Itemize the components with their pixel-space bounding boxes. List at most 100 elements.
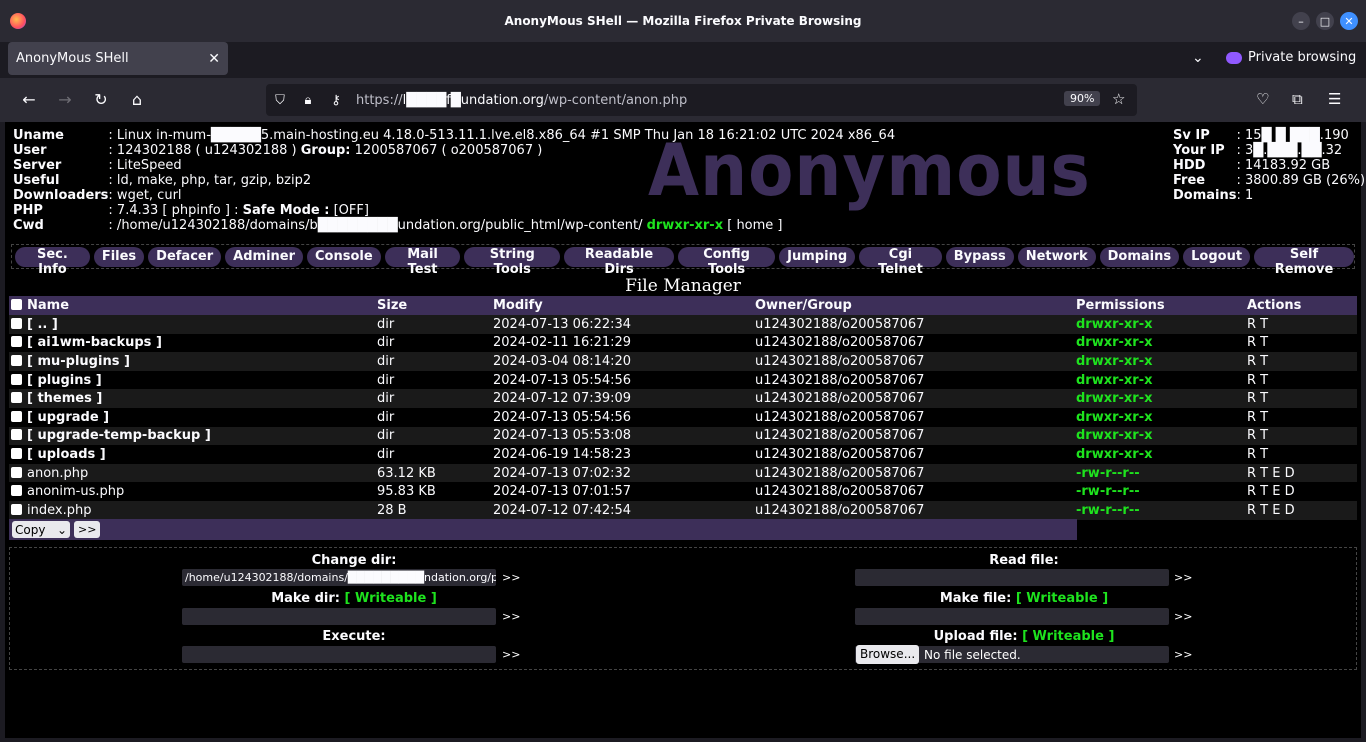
file-actions[interactable]: R T E D [1245, 500, 1357, 520]
file-permission[interactable]: -rw-r--r-- [1074, 482, 1245, 501]
close-window-icon[interactable]: ✕ [1340, 12, 1358, 30]
file-name-link[interactable]: [ upgrade ] [27, 410, 109, 425]
file-permission[interactable]: drwxr-xr-x [1074, 370, 1245, 390]
menu-config-tools[interactable]: Config Tools [677, 246, 776, 277]
home-icon[interactable]: ⌂ [126, 90, 148, 110]
file-actions[interactable]: R T [1245, 426, 1357, 446]
file-actions[interactable]: R T [1245, 352, 1357, 371]
make-file-input[interactable] [855, 608, 1169, 625]
menu-hamburger-icon[interactable]: ☰ [1328, 90, 1341, 108]
file-name-link[interactable]: [ .. ] [27, 317, 58, 332]
menu-readable-dirs[interactable]: Readable Dirs [564, 246, 674, 277]
menu-bypass[interactable]: Bypass [945, 246, 1014, 267]
select-all-checkbox[interactable] [11, 299, 22, 310]
read-file-input[interactable] [855, 569, 1169, 586]
file-actions[interactable]: R T [1245, 370, 1357, 390]
row-checkbox[interactable] [11, 466, 22, 478]
tracking-shield-icon[interactable]: ⛉ [266, 93, 294, 108]
make-dir-input[interactable] [182, 608, 496, 625]
file-name-link[interactable]: [ upgrade-temp-backup ] [27, 428, 211, 443]
file-name-link[interactable]: anon.php [27, 466, 88, 481]
file-actions[interactable]: R T [1245, 315, 1357, 334]
make-dir-go[interactable]: >> [502, 610, 520, 623]
browse-button[interactable]: Browse... [856, 645, 920, 664]
file-modified: 2024-06-19 14:58:23 [491, 445, 753, 464]
row-checkbox[interactable] [11, 373, 22, 385]
file-name-link[interactable]: index.php [27, 503, 91, 518]
cwd-path[interactable]: : /home/u124302188/domains/b████████unda… [108, 218, 642, 233]
chevron-down-icon: ⌄ [56, 522, 67, 537]
menu-adminer[interactable]: Adminer [225, 246, 304, 267]
change-dir-go[interactable]: >> [502, 571, 520, 584]
chevron-down-icon[interactable]: ⌄ [1192, 50, 1204, 66]
menu-cgi-telnet[interactable]: Cgi Telnet [859, 246, 942, 277]
file-permission[interactable]: -rw-r--r-- [1074, 463, 1245, 483]
zoom-level[interactable]: 90% [1064, 91, 1101, 106]
file-name-link[interactable]: [ ai1wm-backups ] [27, 335, 162, 350]
maximize-icon[interactable]: □ [1316, 12, 1334, 30]
file-permission[interactable]: drwxr-xr-x [1074, 407, 1245, 427]
file-permission[interactable]: drwxr-xr-x [1074, 315, 1245, 334]
browser-tab[interactable]: AnonyMous SHell ✕ [8, 42, 228, 75]
row-checkbox[interactable] [11, 503, 22, 515]
file-permission[interactable]: drwxr-xr-x [1074, 389, 1245, 408]
permissions-key-icon[interactable]: ⚷ [322, 93, 350, 108]
read-file-go[interactable]: >> [1174, 571, 1192, 584]
menu-logout[interactable]: Logout [1183, 246, 1251, 267]
file-permission[interactable]: drwxr-xr-x [1074, 352, 1245, 371]
bulk-action-select[interactable]: Copy ⌄ [12, 521, 70, 538]
row-checkbox[interactable] [11, 392, 22, 404]
phpinfo-link[interactable]: : 7.4.33 [ phpinfo ] : [108, 203, 238, 218]
pocket-icon[interactable]: ♡ [1256, 90, 1269, 108]
home-link[interactable]: [ home ] [727, 218, 782, 233]
execute-go[interactable]: >> [502, 648, 520, 661]
extensions-icon[interactable]: ⧉ [1292, 90, 1303, 108]
file-actions[interactable]: R T [1245, 407, 1357, 427]
file-permission[interactable]: drwxr-xr-x [1074, 333, 1245, 353]
menu-console[interactable]: Console [307, 246, 381, 267]
execute-input[interactable] [182, 646, 496, 663]
lock-icon[interactable]: 🔒︎ [294, 93, 322, 108]
file-actions[interactable]: R T [1245, 389, 1357, 408]
menu-files[interactable]: Files [93, 246, 145, 267]
file-name-link[interactable]: [ mu-plugins ] [27, 354, 130, 369]
file-actions[interactable]: R T [1245, 445, 1357, 464]
change-dir-input[interactable]: /home/u124302188/domains/█████████ndatio… [182, 569, 496, 586]
file-permission[interactable]: drwxr-xr-x [1074, 426, 1245, 446]
file-permission[interactable]: drwxr-xr-x [1074, 445, 1245, 464]
minimize-icon[interactable]: – [1292, 12, 1310, 30]
make-file-go[interactable]: >> [1174, 610, 1192, 623]
address-bar[interactable]: ⛉ 🔒︎ ⚷ https://l████f█undation.org/wp-co… [266, 84, 1137, 116]
bookmark-star-icon[interactable]: ☆ [1112, 90, 1125, 108]
file-name-link[interactable]: anonim-us.php [27, 484, 124, 499]
forward-icon[interactable]: → [54, 90, 76, 110]
file-actions[interactable]: R T E D [1245, 482, 1357, 501]
menu-mail-test[interactable]: Mail Test [384, 246, 461, 277]
menu-network[interactable]: Network [1017, 246, 1096, 267]
bulk-go-button[interactable]: >> [74, 521, 101, 538]
reload-icon[interactable]: ↻ [90, 90, 112, 110]
file-actions[interactable]: R T [1245, 333, 1357, 353]
menu-self-remove[interactable]: Self Remove [1254, 246, 1355, 277]
upload-go[interactable]: >> [1174, 648, 1192, 661]
row-checkbox[interactable] [11, 317, 22, 329]
file-name-cell: [ ai1wm-backups ] [9, 333, 375, 353]
menu-defacer[interactable]: Defacer [148, 246, 222, 267]
menu-string-tools[interactable]: String Tools [464, 246, 561, 277]
menu-sec-info[interactable]: Sec. Info [15, 246, 90, 277]
row-checkbox[interactable] [11, 410, 22, 422]
menu-domains[interactable]: Domains [1099, 246, 1180, 267]
close-tab-icon[interactable]: ✕ [208, 51, 220, 67]
row-checkbox[interactable] [11, 447, 22, 459]
menu-jumping[interactable]: Jumping [779, 246, 856, 267]
file-actions[interactable]: R T E D [1245, 463, 1357, 483]
file-name-link[interactable]: [ plugins ] [27, 373, 102, 388]
file-permission[interactable]: -rw-r--r-- [1074, 500, 1245, 520]
row-checkbox[interactable] [11, 485, 22, 497]
row-checkbox[interactable] [11, 336, 22, 348]
back-icon[interactable]: ← [18, 90, 40, 110]
file-name-link[interactable]: [ themes ] [27, 391, 102, 406]
row-checkbox[interactable] [11, 429, 22, 441]
row-checkbox[interactable] [11, 354, 22, 366]
file-name-link[interactable]: [ uploads ] [27, 447, 106, 462]
